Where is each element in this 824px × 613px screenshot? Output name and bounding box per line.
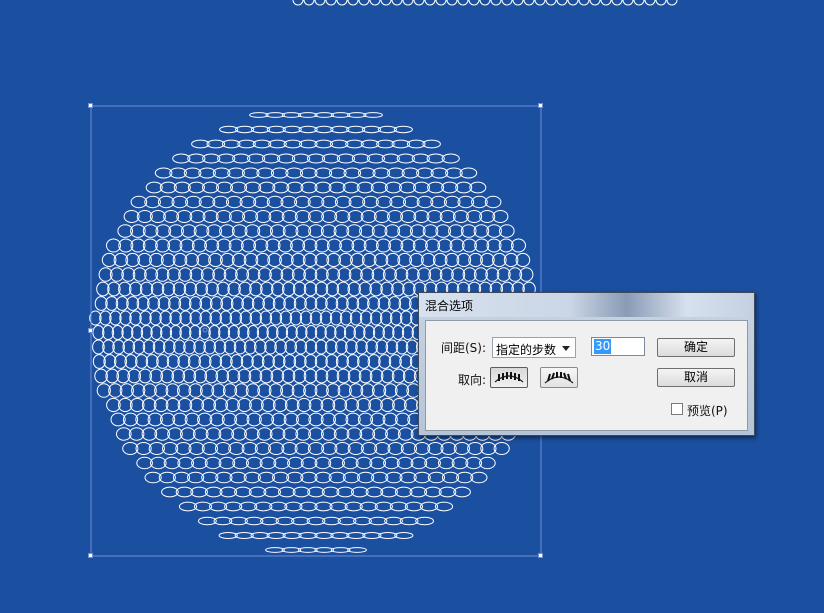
selection-handle-top-right[interactable] [538, 103, 543, 108]
top-row-ellipse [292, 0, 304, 6]
blend-ellipse [346, 532, 366, 539]
top-row-ellipse [567, 0, 579, 6]
selection-handle-top-left[interactable] [88, 103, 93, 108]
top-row-ellipse [611, 0, 623, 6]
top-row-ellipse [556, 0, 568, 6]
top-row-ellipse [446, 0, 458, 6]
top-row-ellipse [545, 0, 557, 6]
top-row-ellipse [413, 0, 425, 6]
align-to-page-button[interactable] [490, 367, 528, 388]
center-point-icon [202, 327, 208, 333]
top-row-ellipse [391, 0, 403, 6]
preview-label[interactable]: 预览(P) [687, 402, 728, 419]
orientation-label: 取向: [458, 373, 487, 387]
top-row-ellipse [325, 0, 337, 6]
top-row-ellipse [644, 0, 656, 6]
dialog-titlebar[interactable]: 混合选项 [419, 293, 754, 317]
top-row-ellipse [578, 0, 590, 6]
chevron-down-icon [562, 346, 570, 351]
steps-input-value: 30 [594, 339, 612, 354]
top-row-ellipse [358, 0, 370, 6]
blend-options-dialog: 混合选项 间距(S): 指定的步数 30 取向: 确定 取消 预览(P) [418, 292, 755, 436]
top-row-ellipse [314, 0, 326, 6]
spacing-dropdown[interactable]: 指定的步数 [492, 337, 576, 358]
top-row-ellipse [457, 0, 469, 6]
top-row-ellipse [424, 0, 436, 6]
selection-handle-bottom-left[interactable] [88, 553, 93, 558]
top-row-ellipse [622, 0, 634, 6]
top-row-ellipse [534, 0, 546, 6]
top-row-ellipse [336, 0, 348, 6]
top-row-ellipse [633, 0, 645, 6]
top-row-ellipse [490, 0, 502, 6]
top-partial-ellipse-row [292, 0, 678, 6]
top-row-ellipse [468, 0, 480, 6]
top-row-ellipse [479, 0, 491, 6]
top-row-ellipse [666, 0, 678, 6]
align-to-path-button[interactable] [540, 367, 578, 388]
preview-checkbox[interactable] [671, 403, 683, 415]
blend-ellipse [394, 532, 414, 539]
spacing-label: 间距(S): [441, 341, 487, 355]
top-row-ellipse [523, 0, 535, 6]
dialog-title: 混合选项 [425, 299, 474, 313]
top-row-ellipse [303, 0, 315, 6]
top-row-ellipse [501, 0, 513, 6]
top-row-ellipse [402, 0, 414, 6]
top-row-ellipse [369, 0, 381, 6]
top-row-ellipse [512, 0, 524, 6]
blend-ellipse [218, 532, 238, 539]
spacing-dropdown-value: 指定的步数 [496, 343, 557, 357]
selection-handle-bottom-right[interactable] [538, 553, 543, 558]
top-row-ellipse [600, 0, 612, 6]
top-row-ellipse [380, 0, 392, 6]
top-row-ellipse [347, 0, 359, 6]
blend-ellipse [266, 532, 286, 539]
top-row-ellipse [589, 0, 601, 6]
top-row-ellipse [655, 0, 667, 6]
cancel-button[interactable]: 取消 [657, 368, 735, 387]
selection-handle-mid-left[interactable] [88, 328, 93, 333]
top-row-ellipse [435, 0, 447, 6]
dialog-body: 间距(S): 指定的步数 30 取向: 确定 取消 预览(P) [425, 320, 748, 431]
align-to-path-icon [544, 372, 574, 384]
align-to-page-icon [494, 372, 524, 383]
ok-button[interactable]: 确定 [657, 338, 735, 357]
